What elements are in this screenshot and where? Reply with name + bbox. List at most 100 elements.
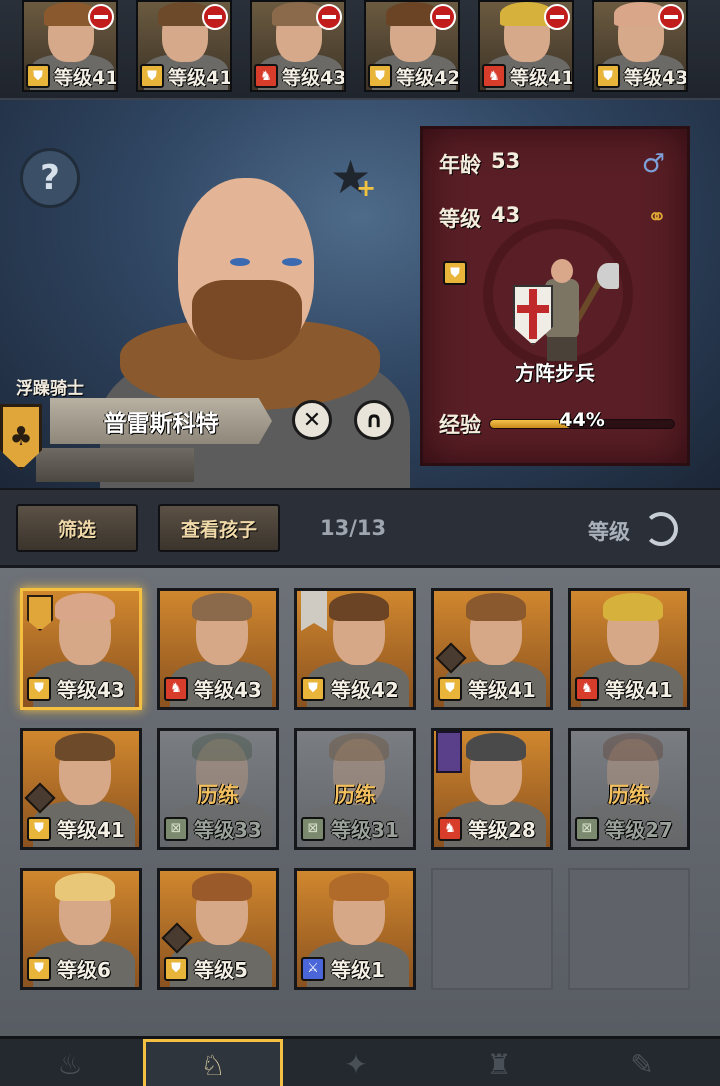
- party-member-card[interactable]: ♞ 等级41: [478, 0, 574, 92]
- party-strip: ⛊ 等级41 ⛊ 等级41 ♞ 等级43 ⛊ 等级42 ♞ 等级41 ⛊ 等级4…: [0, 0, 720, 100]
- roster-card[interactable]: ⛊ 等级42: [294, 588, 416, 710]
- roster-card[interactable]: ♞ 等级41: [568, 588, 690, 710]
- sort-label[interactable]: 等级: [588, 516, 630, 546]
- roster-card[interactable]: ⛊ 等级41: [431, 588, 553, 710]
- roster-count: 13/13: [320, 516, 387, 540]
- level-badge: ⛊ 等级43: [27, 674, 125, 703]
- roster-card[interactable]: ⛊ 等级43: [20, 588, 142, 710]
- age-row: 年龄 53: [439, 149, 520, 179]
- crossed-box-icon: ⊠: [301, 816, 325, 841]
- portrait-hair: [55, 733, 115, 761]
- portrait-hair: [329, 873, 389, 901]
- remove-icon[interactable]: [658, 4, 684, 30]
- bear-icon: ♞: [164, 676, 188, 701]
- level-text: 等级41: [468, 678, 536, 702]
- party-member-card[interactable]: ⛊ 等级41: [136, 0, 232, 92]
- level-text: 等级5: [194, 958, 248, 982]
- nav-castle[interactable]: ♜: [429, 1039, 569, 1086]
- level-text: 等级28: [468, 818, 536, 842]
- portrait-hair: [192, 873, 252, 901]
- bear-icon: ♞: [482, 64, 506, 88]
- remove-icon[interactable]: [88, 4, 114, 30]
- roster-card[interactable]: 历练 ⊠ 等级27: [568, 728, 690, 850]
- compass-icon: ✦: [344, 1047, 368, 1081]
- house-crest-icon[interactable]: ♣: [0, 404, 42, 470]
- empty-slot: [431, 868, 553, 990]
- portrait-hair: [192, 593, 252, 621]
- close-icon: ✕: [302, 407, 322, 433]
- unit-figure: [509, 255, 619, 363]
- party-member-card[interactable]: ⛊ 等级41: [22, 0, 118, 92]
- roster-card[interactable]: ♞ 等级28: [431, 728, 553, 850]
- view-children-button[interactable]: 查看孩子: [158, 504, 280, 552]
- portrait-hair: [603, 593, 663, 621]
- level-text: 等级33: [194, 818, 262, 842]
- roster-card[interactable]: ⛊ 等级6: [20, 868, 142, 990]
- training-label: 历练: [608, 783, 650, 807]
- filter-button[interactable]: 筛选: [16, 504, 138, 552]
- roster-grid: ⛊ 等级43 ♞ 等级43 ⛊ 等级42 ⛊ 等级41 ♞ 等级41 ⛊ 等级4…: [0, 568, 720, 1036]
- shield-icon: ⛊: [140, 64, 164, 88]
- help-button[interactable]: ?: [20, 148, 80, 208]
- nav-compass[interactable]: ✦: [286, 1039, 426, 1086]
- level-badge: ♞ 等级41: [575, 674, 673, 703]
- banner-icon: [301, 591, 327, 631]
- level-text: 等级43: [282, 66, 346, 89]
- level-badge: ⛊ 等级41: [438, 674, 536, 703]
- level-badge: ⛊ 等级41: [140, 64, 232, 89]
- nav-horse-head[interactable]: ♘: [143, 1039, 283, 1086]
- shield-icon: ⛊: [443, 261, 467, 285]
- crossed-box-icon: ⊠: [575, 816, 599, 841]
- hero-trait: 浮躁骑士: [16, 379, 84, 399]
- roster-card[interactable]: ⛊ 等级5: [157, 868, 279, 990]
- house-crest-icon: [27, 595, 53, 631]
- roster-card[interactable]: 历练 ⊠ 等级33: [157, 728, 279, 850]
- portrait-hair: [329, 593, 389, 621]
- shield-icon: ⛊: [27, 676, 51, 701]
- bear-icon: ♞: [254, 64, 278, 88]
- hero-name[interactable]: 普雷斯科特: [50, 398, 272, 444]
- party-member-card[interactable]: ⛊ 等级42: [364, 0, 460, 92]
- level-badge: ♞ 等级43: [164, 674, 262, 703]
- level-text: 等级41: [57, 818, 125, 842]
- bear-icon: ♞: [438, 816, 462, 841]
- shield-icon: ⛊: [368, 64, 392, 88]
- roster-card[interactable]: ⛊ 等级41: [20, 728, 142, 850]
- remove-icon[interactable]: [430, 4, 456, 30]
- portrait-hair: [55, 873, 115, 901]
- ring-icon[interactable]: ⚭: [647, 203, 667, 231]
- party-member-card[interactable]: ⛊ 等级43: [592, 0, 688, 92]
- remove-icon[interactable]: [202, 4, 228, 30]
- level-badge: ⊠ 等级31: [301, 814, 399, 843]
- nav-scroll[interactable]: ✎: [572, 1039, 712, 1086]
- crossed-box-icon: ⊠: [164, 816, 188, 841]
- level-text: 等级41: [168, 66, 232, 89]
- roster-card[interactable]: ⚔ 等级1: [294, 868, 416, 990]
- level-badge: ♞ 等级41: [482, 64, 572, 89]
- roster-card[interactable]: ♞ 等级43: [157, 588, 279, 710]
- tower-icon: [436, 731, 462, 773]
- bond-button[interactable]: ∩: [354, 400, 394, 440]
- horse-head-icon: ♘: [200, 1049, 226, 1082]
- level-text: 等级1: [331, 958, 385, 982]
- question-icon: ?: [40, 158, 60, 198]
- shield-icon: ⛊: [27, 956, 51, 981]
- training-label: 历练: [334, 783, 376, 807]
- portrait-eye: [282, 258, 302, 266]
- party-member-card[interactable]: ♞ 等级43: [250, 0, 346, 92]
- roster-card[interactable]: 历练 ⊠ 等级31: [294, 728, 416, 850]
- remove-icon[interactable]: [544, 4, 570, 30]
- age-label: 年龄: [439, 153, 481, 177]
- level-text: 等级43: [57, 678, 125, 702]
- dismiss-button[interactable]: ✕: [292, 400, 332, 440]
- name-subbanner: [36, 448, 194, 482]
- remove-icon[interactable]: [316, 4, 342, 30]
- level-badge: ⛊ 等级42: [301, 674, 399, 703]
- portrait-eye: [230, 258, 250, 266]
- portrait-beard: [192, 280, 302, 360]
- refresh-sort-icon[interactable]: [644, 512, 678, 546]
- nav-torch[interactable]: ♨: [0, 1039, 140, 1086]
- shield-icon: ⛊: [26, 64, 50, 88]
- torch-icon: ♨: [57, 1047, 83, 1081]
- level-badge: ♞ 等级43: [254, 64, 346, 89]
